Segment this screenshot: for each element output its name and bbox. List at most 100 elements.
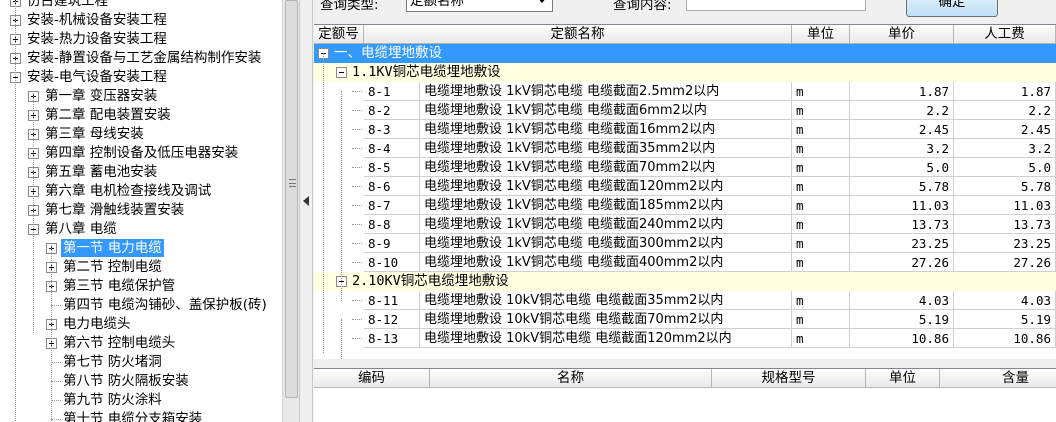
tree-item-label: 第五章 蓄电池安装 <box>45 164 158 180</box>
table-row[interactable]: 8-5 电缆埋地敷设 1kV铜芯电缆 电缆截面70mm2以内 m 5.0 5.0 <box>314 158 1056 177</box>
table-row[interactable]: 8-1 电缆埋地敷设 1kV铜芯电缆 电缆截面2.5mm2以内 m 1.87 1.87 <box>314 82 1056 101</box>
table-cell-name: 电缆埋地敷设 1kV铜芯电缆 电缆截面70mm2以内 <box>420 158 792 177</box>
table-cell-price: 23.25 <box>850 234 954 253</box>
column-header[interactable]: 单价 <box>850 25 954 44</box>
table-cell-unit: m <box>792 329 850 348</box>
table-cell-price: 5.0 <box>850 158 954 177</box>
table-cell-price: 3.2 <box>850 139 954 158</box>
table-row[interactable]: 8-8 电缆埋地敷设 1kV铜芯电缆 电缆截面240mm2以内 m 13.73 13.7… <box>314 215 1056 234</box>
table-row[interactable]: 8-9 电缆埋地敷设 1kV铜芯电缆 电缆截面300mm2以内 m 23.25 23.2… <box>314 234 1056 253</box>
collapse-icon[interactable] <box>336 67 347 78</box>
table-cell-code: 8-5 <box>364 158 420 177</box>
group-label: 2.10KV铜芯电缆埋地敷设 <box>352 273 509 289</box>
table-cell-name: 电缆埋地敷设 1kV铜芯电缆 电缆截面35mm2以内 <box>420 139 792 158</box>
tree-item-label: 仿古建筑工程 <box>27 0 108 9</box>
table-cell-unit: m <box>792 253 850 272</box>
group-row[interactable]: 2.10KV铜芯电缆埋地敷设 <box>314 272 1056 291</box>
chapter-tree[interactable]: 仿古建筑工程 安装-机械设备安装工程 安装-热力设备安装工程 安装-静置设备与工艺金属… <box>0 0 282 422</box>
tree-connector <box>352 167 362 168</box>
query-content-input[interactable] <box>686 0 866 11</box>
group-row[interactable]: 一、电缆埋地敷设 <box>314 44 1056 63</box>
table-row[interactable]: 8-2 电缆埋地敷设 1kV铜芯电缆 电缆截面6mm2以内 m 2.2 2.2 <box>314 101 1056 120</box>
tree-item-label: 第一节 电力电缆 <box>61 239 164 257</box>
table-cell-unit: m <box>792 177 850 196</box>
tree-item-label: 第八章 电缆 <box>45 221 117 237</box>
table-cell-labor: 1.87 <box>954 82 1056 101</box>
table-cell-name: 电缆埋地敷设 1kV铜芯电缆 电缆截面120mm2以内 <box>420 177 792 196</box>
table-cell-price: 1.87 <box>850 82 954 101</box>
tree-item-label: 第八节 防火隔板安装 <box>63 373 189 389</box>
table-row[interactable]: 8-4 电缆埋地敷设 1kV铜芯电缆 电缆截面35mm2以内 m 3.2 3.2 <box>314 139 1056 158</box>
table-cell-labor: 5.19 <box>954 310 1056 329</box>
column-header[interactable]: 定额名称 <box>364 25 792 44</box>
table-cell-name: 电缆埋地敷设 1kV铜芯电缆 电缆截面185mm2以内 <box>420 196 792 215</box>
table-row[interactable]: 8-6 电缆埋地敷设 1kV铜芯电缆 电缆截面120mm2以内 m 5.78 5.78 <box>314 177 1056 196</box>
table-cell-code: 8-2 <box>364 101 420 120</box>
group-row[interactable]: 1.1KV铜芯电缆埋地敷设 <box>314 63 1056 82</box>
table-row[interactable]: 8-11 电缆埋地敷设 10kV铜芯电缆 电缆截面35mm2以内 m 4.03 4.03 <box>314 291 1056 310</box>
column-header[interactable]: 人工费 <box>954 25 1056 44</box>
column-header[interactable]: 单位 <box>792 25 850 44</box>
column-header[interactable]: 单位 <box>866 369 940 388</box>
tree-connector <box>352 319 362 320</box>
column-header[interactable]: 名称 <box>430 369 712 388</box>
column-header[interactable]: 编码 <box>314 369 430 388</box>
tree-item-label: 电力电缆头 <box>63 316 131 332</box>
material-table: 编码 名称 规格型号 单位 含量 <box>314 368 1056 422</box>
table-cell-labor: 10.86 <box>954 329 1056 348</box>
confirm-button[interactable]: 确定 <box>906 0 998 17</box>
table-cell-unit: m <box>792 291 850 310</box>
table-cell-unit: m <box>792 310 850 329</box>
tree-scrollbar[interactable] <box>282 0 299 422</box>
table-row[interactable]: 8-12 电缆埋地敷设 10kV铜芯电缆 电缆截面70mm2以内 m 5.19 5.19 <box>314 310 1056 329</box>
column-header[interactable]: 定额号 <box>314 25 364 44</box>
column-header[interactable]: 含量 <box>940 369 1056 388</box>
table-cell-labor: 11.03 <box>954 196 1056 215</box>
table-row[interactable]: 8-13 电缆埋地敷设 10kV铜芯电缆 电缆截面120mm2以内 m 10.86 10… <box>314 329 1056 348</box>
tree-item-label: 第二章 配电装置安装 <box>45 107 171 123</box>
column-header[interactable]: 规格型号 <box>712 369 866 388</box>
query-content-label: 查询内容: <box>613 0 672 13</box>
tree-item-label: 第三章 母线安装 <box>45 126 144 142</box>
table-cell-name: 电缆埋地敷设 1kV铜芯电缆 电缆截面2.5mm2以内 <box>420 82 792 101</box>
collapse-left-icon[interactable] <box>303 196 309 206</box>
query-type-label: 查询类型: <box>320 0 379 13</box>
query-type-select[interactable]: 定额名称 <box>406 0 553 12</box>
table-cell-labor: 3.2 <box>954 139 1056 158</box>
table-cell-labor: 4.03 <box>954 291 1056 310</box>
table-cell-price: 10.86 <box>850 329 954 348</box>
table-cell-labor: 5.78 <box>954 177 1056 196</box>
tree-scrollbar-thumb[interactable] <box>285 0 298 398</box>
table-cell-unit: m <box>792 139 850 158</box>
table-cell-name: 电缆埋地敷设 10kV铜芯电缆 电缆截面70mm2以内 <box>420 310 792 329</box>
table-cell-labor: 27.26 <box>954 253 1056 272</box>
table-row[interactable]: 8-7 电缆埋地敷设 1kV铜芯电缆 电缆截面185mm2以内 m 11.03 11.0… <box>314 196 1056 215</box>
table-cell-labor: 2.2 <box>954 101 1056 120</box>
tree-connector <box>352 186 362 187</box>
table-row[interactable]: 8-3 电缆埋地敷设 1kV铜芯电缆 电缆截面16mm2以内 m 2.45 2.45 <box>314 120 1056 139</box>
query-type-value: 定额名称 <box>410 0 464 9</box>
tree-connector <box>352 300 362 301</box>
tree-item-label: 安装-机械设备安装工程 <box>27 12 167 28</box>
tree-item-label: 第六章 电机检查接线及调试 <box>45 183 212 199</box>
table-cell-unit: m <box>792 82 850 101</box>
tree-connector <box>352 110 362 111</box>
tree-guide-line <box>341 319 342 359</box>
table-row[interactable]: 8-10 电缆埋地敷设 1kV铜芯电缆 电缆截面400mm2以内 m 27.26 27.… <box>314 253 1056 272</box>
table-cell-code: 8-1 <box>364 82 420 101</box>
table-cell-price: 2.45 <box>850 120 954 139</box>
table-cell-price: 5.78 <box>850 177 954 196</box>
tree-guide-line <box>33 93 34 333</box>
tree-item-label: 第七章 滑触线装置安装 <box>45 202 185 218</box>
panel-splitter[interactable] <box>299 0 313 422</box>
table-cell-labor: 13.73 <box>954 215 1056 234</box>
tree-item-label: 第二节 控制电缆 <box>63 259 162 275</box>
table-cell-code: 8-11 <box>364 291 420 310</box>
table-cell-code: 8-4 <box>364 139 420 158</box>
chevron-down-icon <box>537 0 547 3</box>
table-cell-code: 8-3 <box>364 120 420 139</box>
table-cell-name: 电缆埋地敷设 1kV铜芯电缆 电缆截面300mm2以内 <box>420 234 792 253</box>
table-cell-price: 13.73 <box>850 215 954 234</box>
table-cell-price: 11.03 <box>850 196 954 215</box>
table-cell-name: 电缆埋地敷设 1kV铜芯电缆 电缆截面6mm2以内 <box>420 101 792 120</box>
